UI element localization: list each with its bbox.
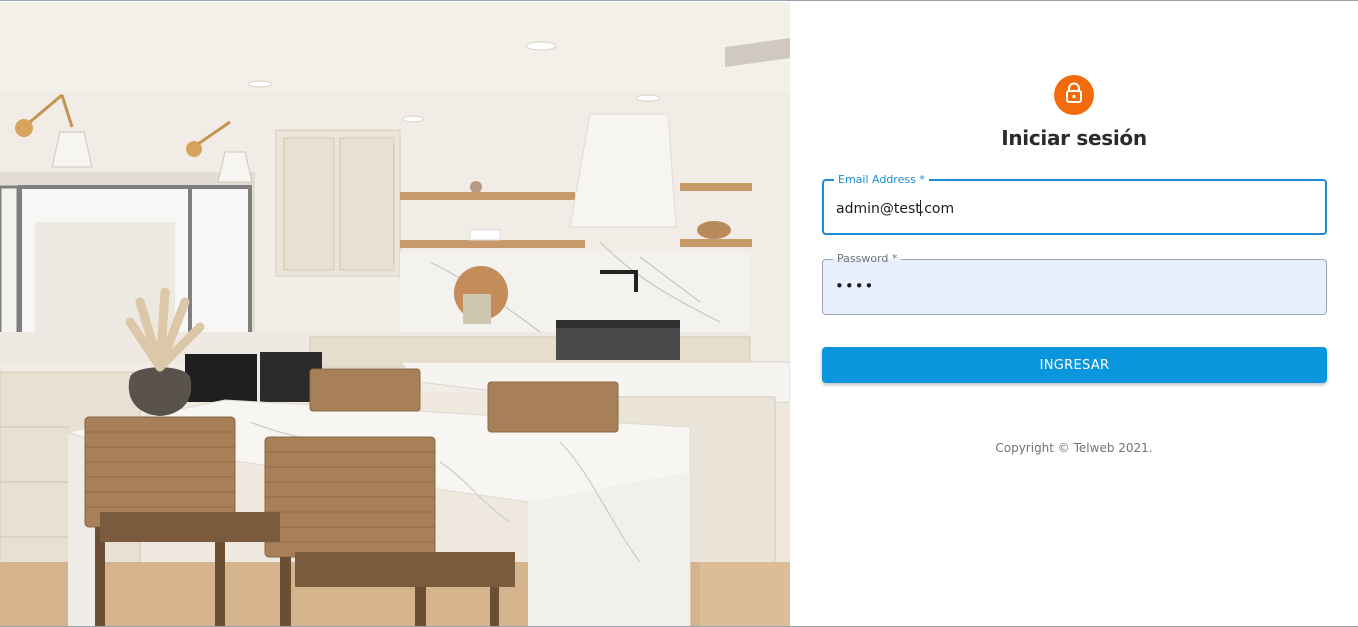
ingresar-button[interactable]: INGRESAR bbox=[822, 347, 1327, 383]
email-label: Email Address * bbox=[834, 173, 929, 187]
lock-icon bbox=[1064, 82, 1084, 108]
page-title: Iniciar sesión bbox=[1001, 126, 1147, 150]
password-label: Password * bbox=[833, 252, 902, 266]
login-panel: Iniciar sesión Email Address * admin@tes… bbox=[790, 2, 1358, 626]
email-value-part-1: admin@test bbox=[836, 201, 921, 217]
password-value[interactable]: •••• bbox=[835, 277, 874, 295]
kitchen-hero-image bbox=[0, 2, 790, 626]
email-value[interactable]: admin@test.com bbox=[836, 200, 954, 217]
copyright-text: Copyright © Telweb 2021. bbox=[995, 441, 1153, 455]
password-field[interactable]: Password * •••• bbox=[822, 252, 1327, 315]
email-field[interactable]: Email Address * admin@test.com bbox=[822, 173, 1327, 235]
login-avatar bbox=[1054, 75, 1094, 115]
login-page: Iniciar sesión Email Address * admin@tes… bbox=[0, 0, 1358, 627]
email-value-part-2: .com bbox=[919, 201, 955, 217]
